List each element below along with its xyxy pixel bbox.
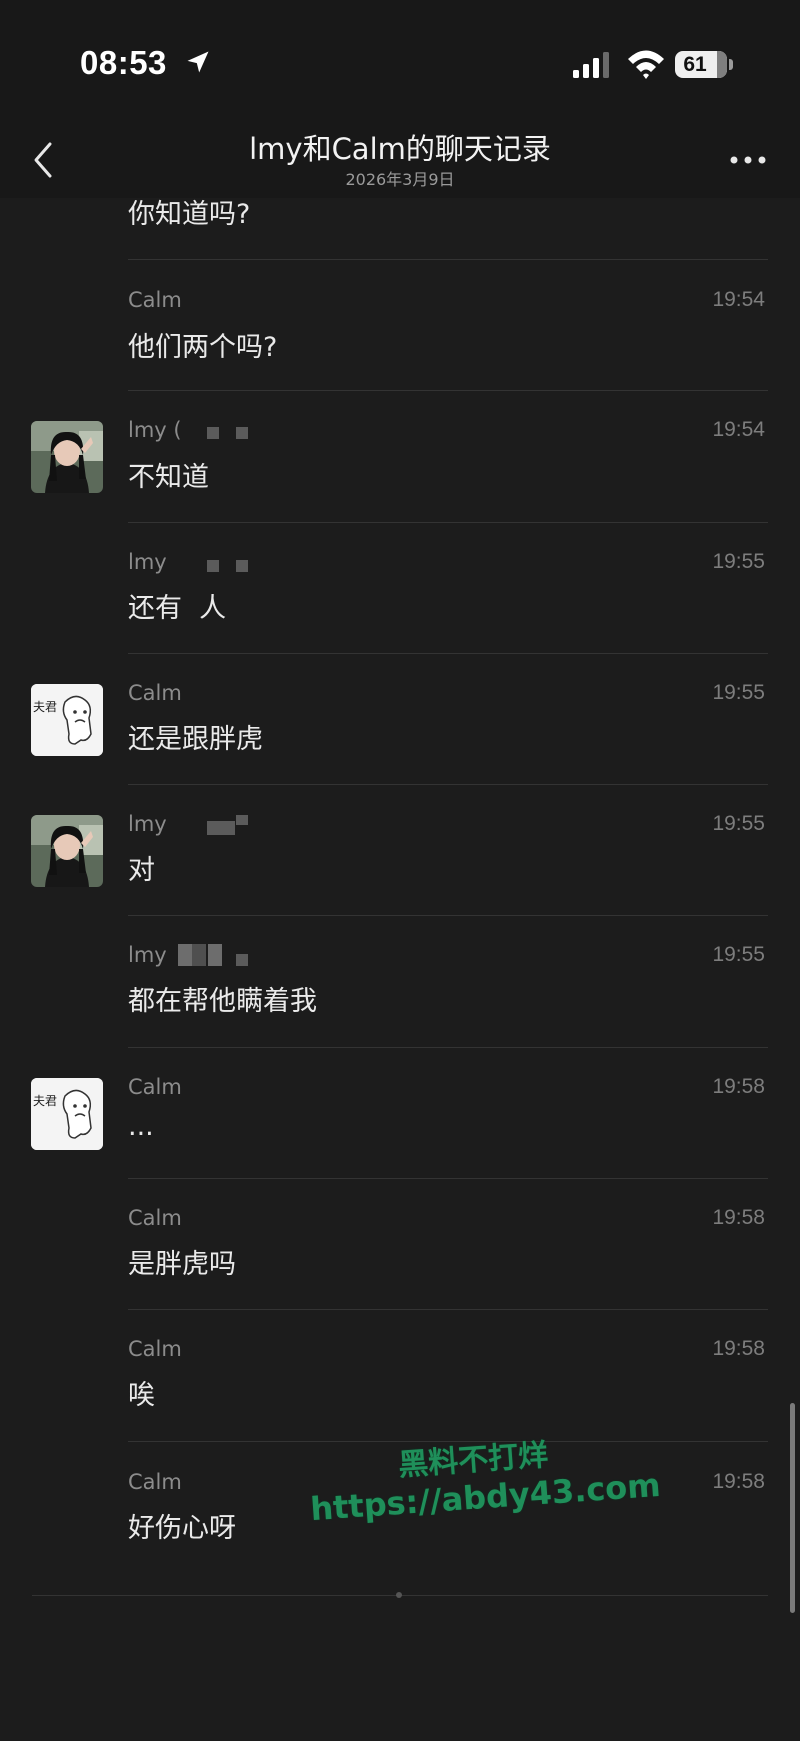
battery-empty-part — [717, 51, 727, 78]
message-text: 好伤心呀 — [128, 1513, 236, 1544]
redaction-mosaic — [208, 944, 222, 966]
list-item[interactable]: 你知道吗? — [0, 198, 800, 260]
avatar[interactable]: 夫君 — [31, 684, 103, 756]
message-time: 19:55 — [712, 812, 765, 835]
scrollbar[interactable] — [790, 1403, 795, 1613]
message-time: 19:55 — [712, 550, 765, 573]
message-text: ... — [128, 1111, 154, 1142]
page-title: lmy和Calm的聊天记录 — [249, 132, 551, 166]
sticker-caption: 夫君 — [33, 1094, 58, 1108]
message-time: 19:58 — [712, 1470, 765, 1493]
message-time: 19:54 — [712, 418, 765, 441]
message-text: 还是跟胖虎 — [128, 724, 263, 755]
message-text: 他们两个吗? — [128, 332, 278, 363]
battery-icon: 61 — [675, 51, 727, 78]
message-time: 19:54 — [712, 288, 765, 311]
status-time: 08:53 — [80, 44, 167, 81]
sender-name: Calm — [128, 1470, 182, 1494]
avatar[interactable] — [31, 421, 103, 493]
redaction-mosaic — [236, 427, 248, 439]
message-time: 19:58 — [712, 1075, 765, 1098]
message-time: 19:55 — [712, 943, 765, 966]
redaction-mosaic — [178, 944, 192, 966]
wifi-icon — [628, 50, 664, 79]
list-item[interactable]: Calm 19:58 是胖虎吗 — [0, 1179, 800, 1310]
avatar[interactable] — [31, 815, 103, 887]
sender-name: lmy ( — [128, 418, 182, 442]
sender-name: lmy — [128, 550, 167, 574]
message-text: 是胖虎吗 — [128, 1249, 236, 1280]
sender-name: lmy — [128, 943, 167, 967]
sender-name: Calm — [128, 1337, 182, 1361]
redaction-mosaic — [236, 954, 248, 966]
page-subtitle-date: 2026年3月9日 — [345, 170, 455, 189]
cellular-signal-icon — [573, 52, 609, 78]
list-item[interactable]: Calm 19:58 唉 — [0, 1310, 800, 1442]
nav-bar: lmy和Calm的聊天记录 2026年3月9日 — [0, 110, 800, 198]
message-text: 对 — [128, 855, 155, 886]
more-dots-icon[interactable] — [728, 154, 768, 166]
sender-name: Calm — [128, 1075, 182, 1099]
list-item[interactable]: lmy 19:55 对 — [0, 785, 800, 916]
sender-name: lmy — [128, 812, 167, 836]
list-item[interactable]: Calm 19:54 他们两个吗? — [0, 260, 800, 391]
redaction-mosaic — [207, 560, 219, 572]
list-item[interactable]: lmy ( 19:54 不知道 — [0, 391, 800, 523]
cartoon-sticker-icon — [31, 1078, 103, 1150]
list-item[interactable]: 夫君 Calm 19:58 ... — [0, 1048, 800, 1179]
battery-level: 61 — [683, 52, 707, 76]
redaction-mosaic — [236, 560, 248, 572]
redaction-mosaic — [207, 427, 219, 439]
sender-name: Calm — [128, 288, 182, 312]
message-text: 还有 人 — [128, 593, 227, 624]
avatar[interactable]: 夫君 — [31, 1078, 103, 1150]
message-text: 你知道吗? — [128, 199, 251, 230]
message-text: 都在帮他瞒着我 — [128, 986, 317, 1017]
redaction-mosaic — [192, 944, 206, 966]
location-arrow-icon — [187, 51, 209, 73]
sender-name: Calm — [128, 1206, 182, 1230]
list-item[interactable]: lmy 19:55 都在帮他瞒着我 — [0, 916, 800, 1048]
message-time: 19:58 — [712, 1337, 765, 1360]
message-text: 不知道 — [128, 462, 209, 493]
redaction-mosaic — [236, 815, 248, 825]
battery-nub — [729, 59, 733, 70]
list-end-dot — [396, 1592, 402, 1598]
message-time: 19:55 — [712, 681, 765, 704]
message-text: 唉 — [128, 1380, 155, 1411]
message-time: 19:58 — [712, 1206, 765, 1229]
cartoon-sticker-icon — [31, 684, 103, 756]
list-item[interactable]: lmy 19:55 还有 人 — [0, 523, 800, 654]
sender-name: Calm — [128, 681, 182, 705]
sticker-caption: 夫君 — [33, 700, 58, 714]
redaction-mosaic — [207, 821, 235, 835]
list-item[interactable]: 夫君 Calm 19:55 还是跟胖虎 — [0, 654, 800, 785]
status-bar: 08:53 61 — [0, 0, 800, 110]
